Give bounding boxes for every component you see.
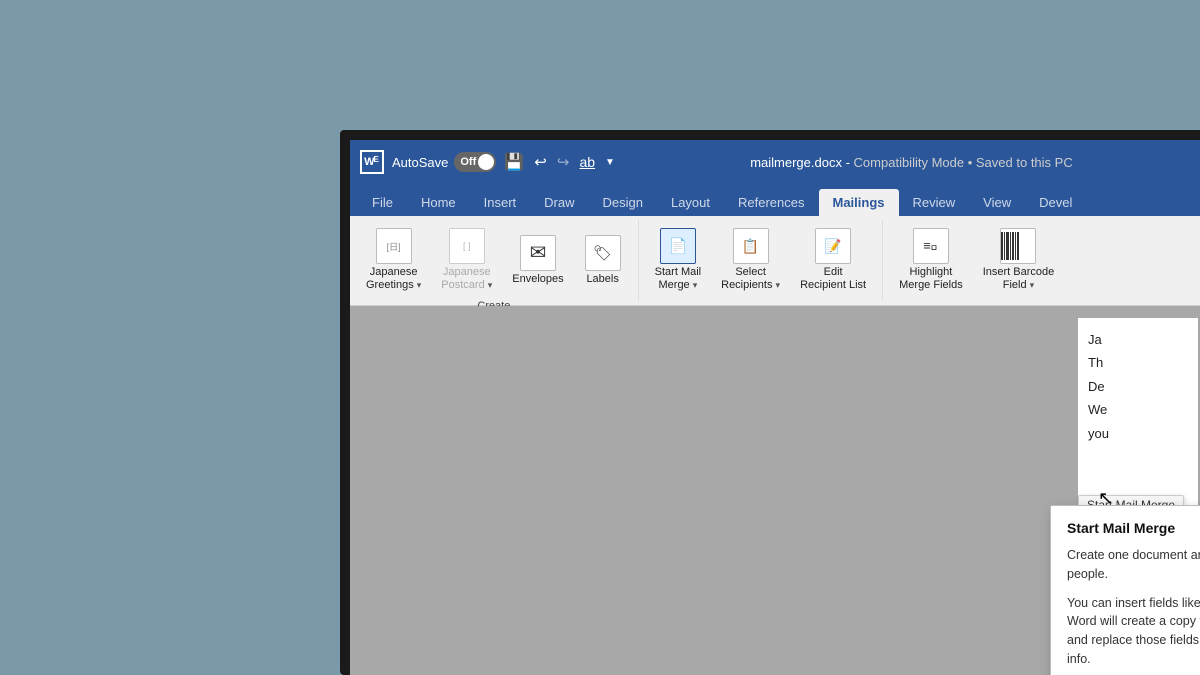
start-mail-merge-button[interactable]: 📄 Start MailMerge ▾ <box>649 224 707 296</box>
labels-button[interactable]: 🏷 Labels <box>578 231 628 290</box>
start-mail-merge-label: Start MailMerge ▾ <box>655 266 701 292</box>
save-icon[interactable]: 💾 <box>504 152 524 172</box>
highlight-merge-fields-icon: ≡⃝ <box>913 228 949 264</box>
tab-mailings[interactable]: Mailings <box>819 189 899 216</box>
japanese-greetings-icon: [日] <box>376 228 412 264</box>
japanese-postcard-icon: [ ] <box>449 228 485 264</box>
mail-merge-group-items: 📄 Start MailMerge ▾ 📋 SelectRecipients ▾… <box>649 224 872 296</box>
tooltip-body1: Create one document and send it to multi… <box>1067 546 1200 584</box>
doc-line-7: you <box>1088 422 1188 445</box>
word-window: W E AutoSave Off 💾 ↩ ↪ ab ▼ mailmerge.do… <box>350 140 1200 675</box>
doc-line-4: De <box>1088 375 1188 398</box>
envelopes-label: Envelopes <box>512 273 563 286</box>
titlebar-icons: 💾 ↩ ↪ ab ▼ <box>504 152 615 172</box>
doc-line-6: We <box>1088 398 1188 421</box>
start-mail-merge-icon: 📄 <box>660 228 696 264</box>
write-insert-group-items: ≡⃝ HighlightMerge Fields <box>893 224 1060 296</box>
ribbon-tabs: File Home Insert Draw Design Layout Refe… <box>350 184 1200 216</box>
doc-line-1: Ja <box>1088 328 1188 351</box>
undo-icon[interactable]: ↩ <box>534 153 547 171</box>
toggle-knob <box>478 154 494 170</box>
edit-recipient-list-button[interactable]: 📝 EditRecipient List <box>794 224 872 296</box>
japanese-greetings-label: JapaneseGreetings ▾ <box>366 266 421 292</box>
japanese-postcard-button[interactable]: [ ] JapanesePostcard ▾ <box>435 224 498 296</box>
insert-barcode-field-icon <box>1000 228 1036 264</box>
saved-status-text: Saved to this PC <box>976 155 1073 170</box>
labels-label: Labels <box>586 273 618 286</box>
compatibility-mode-text: Compatibility Mode <box>854 155 965 170</box>
word-logo-icon: W E <box>360 150 384 174</box>
barcode-visual <box>1001 232 1035 260</box>
select-recipients-label: SelectRecipients ▾ <box>721 266 780 292</box>
ab-icon: ab <box>579 154 595 170</box>
tab-review[interactable]: Review <box>899 189 970 216</box>
tab-layout[interactable]: Layout <box>657 189 724 216</box>
tab-draw[interactable]: Draw <box>530 189 588 216</box>
edit-recipient-list-label: EditRecipient List <box>800 266 866 292</box>
ribbon-content: [日] JapaneseGreetings ▾ [ ] JapanesePost… <box>350 216 1200 306</box>
autosave-label: AutoSave <box>392 155 448 170</box>
select-recipients-icon: 📋 <box>733 228 769 264</box>
separator2: • <box>968 155 976 170</box>
envelopes-icon: ✉ <box>520 235 556 271</box>
autosave-area: AutoSave Off <box>392 152 496 172</box>
japanese-greetings-button[interactable]: [日] JapaneseGreetings ▾ <box>360 224 427 296</box>
window-title: mailmerge.docx - Compatibility Mode • Sa… <box>623 155 1200 170</box>
doc-line-2: Th <box>1088 351 1188 374</box>
ribbon-group-write-insert: ≡⃝ HighlightMerge Fields <box>883 220 1070 301</box>
tooltip-title: Start Mail Merge <box>1067 520 1200 536</box>
tab-home[interactable]: Home <box>407 189 470 216</box>
tab-developer[interactable]: Devel <box>1025 189 1086 216</box>
tab-references[interactable]: References <box>724 189 818 216</box>
separator1: - <box>846 155 854 170</box>
insert-barcode-field-button[interactable]: Insert BarcodeField ▾ <box>977 224 1061 296</box>
customize-qat-icon[interactable]: ▼ <box>605 157 615 168</box>
create-group-items: [日] JapaneseGreetings ▾ [ ] JapanesePost… <box>360 224 628 296</box>
highlight-merge-fields-label: HighlightMerge Fields <box>899 266 963 292</box>
filename-text: mailmerge.docx <box>750 155 842 170</box>
tab-view[interactable]: View <box>969 189 1025 216</box>
tab-file[interactable]: File <box>358 189 407 216</box>
insert-barcode-field-label: Insert BarcodeField ▾ <box>983 266 1055 292</box>
select-recipients-button[interactable]: 📋 SelectRecipients ▾ <box>715 224 786 296</box>
tab-design[interactable]: Design <box>589 189 657 216</box>
tooltip-body2: You can insert fields like Name or Addre… <box>1067 594 1200 669</box>
labels-icon: 🏷 <box>585 235 621 271</box>
ribbon-group-create: [日] JapaneseGreetings ▾ [ ] JapanesePost… <box>350 220 639 301</box>
redo-icon[interactable]: ↪ <box>557 153 570 171</box>
envelopes-button[interactable]: ✉ Envelopes <box>506 231 569 290</box>
highlight-merge-fields-button[interactable]: ≡⃝ HighlightMerge Fields <box>893 224 969 296</box>
edit-recipient-list-icon: 📝 <box>815 228 851 264</box>
japanese-postcard-label: JapanesePostcard ▾ <box>441 266 492 292</box>
toggle-off-label: Off <box>460 156 476 168</box>
tab-insert[interactable]: Insert <box>470 189 531 216</box>
mail-merge-tooltip: Start Mail Merge Create one document and… <box>1050 505 1200 675</box>
autosave-toggle[interactable]: Off <box>454 152 496 172</box>
title-bar: W E AutoSave Off 💾 ↩ ↪ ab ▼ mailmerge.do… <box>350 140 1200 184</box>
ribbon-group-mail-merge: 📄 Start MailMerge ▾ 📋 SelectRecipients ▾… <box>639 220 883 301</box>
